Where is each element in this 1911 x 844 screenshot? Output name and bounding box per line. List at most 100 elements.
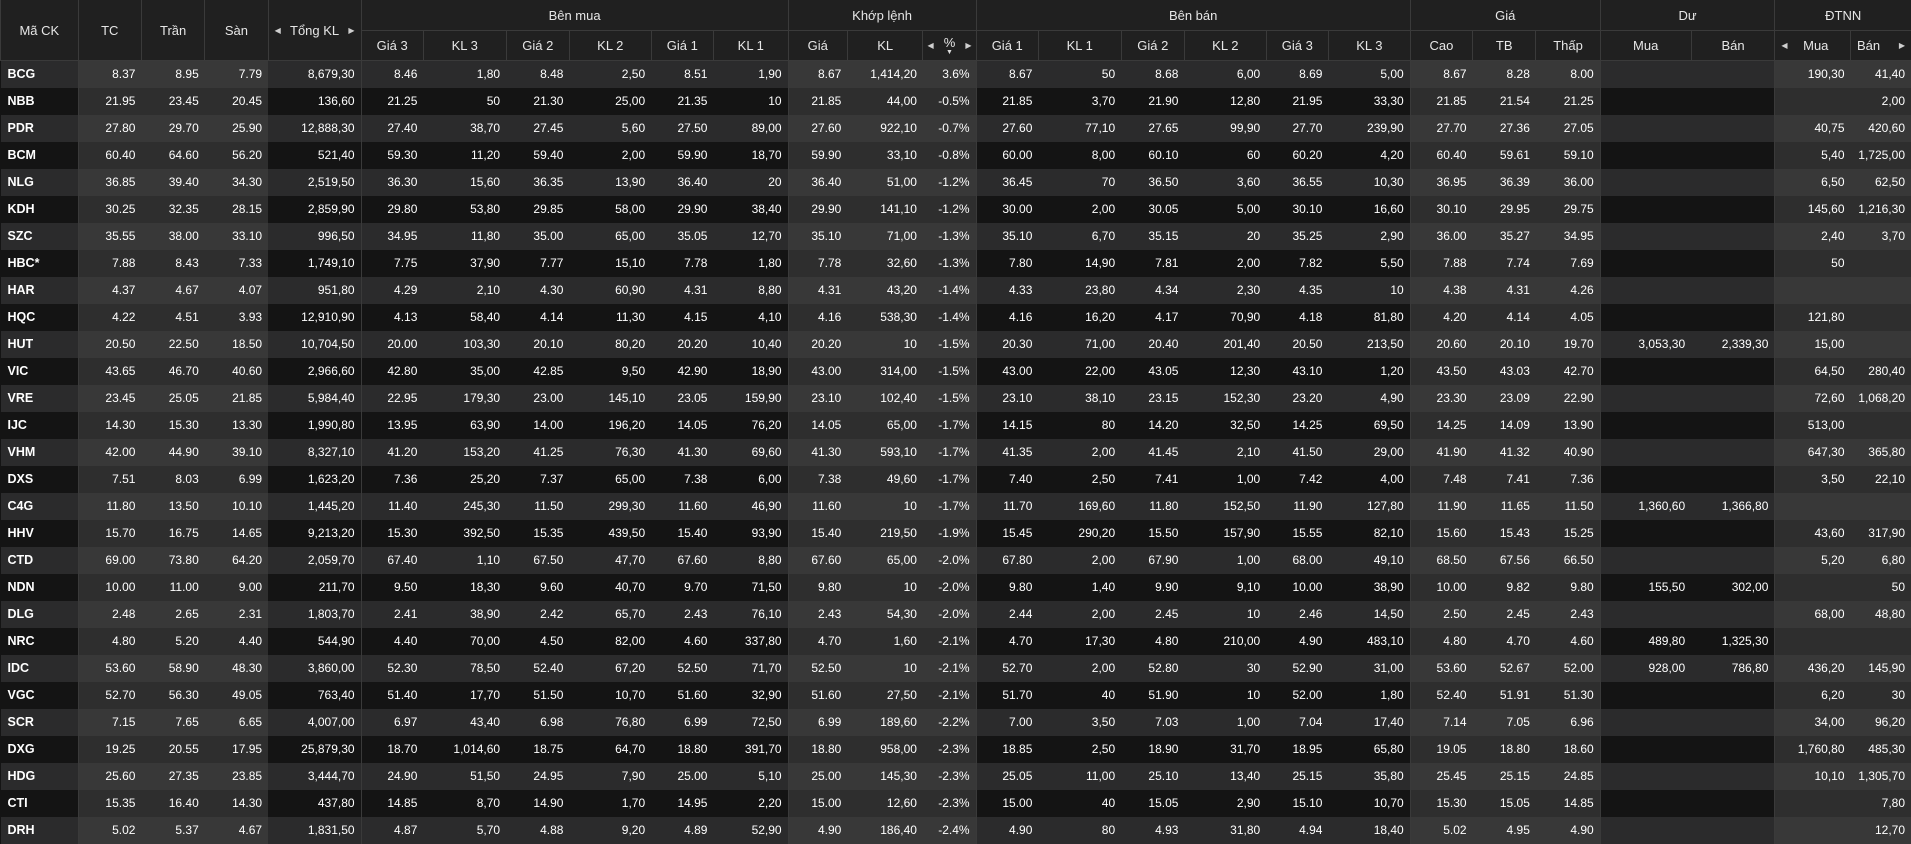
ref-price: 53.60 [78, 655, 141, 682]
header-ask-vol-1[interactable]: KL 1 [1038, 31, 1121, 61]
stock-symbol[interactable]: SCR [1, 709, 79, 736]
table-row[interactable]: NDN10.0011.009.00211,709.5018,309.6040,7… [1, 574, 1911, 601]
table-row[interactable]: SZC35.5538.0033.10996,5034.9511,8035.006… [1, 223, 1911, 250]
header-bid-vol-2[interactable]: KL 2 [569, 31, 651, 61]
stock-symbol[interactable]: NRC [1, 628, 79, 655]
stock-symbol[interactable]: VRE [1, 385, 79, 412]
header-match-volume[interactable]: KL [847, 31, 923, 61]
table-row[interactable]: BCM60.4064.6056.20521,4059.3011,2059.402… [1, 142, 1911, 169]
table-row[interactable]: HUT20.5022.5018.5010,704,5020.00103,3020… [1, 331, 1911, 358]
header-ref[interactable]: TC [78, 0, 141, 61]
ask-price-2: 11.80 [1121, 493, 1184, 520]
header-bid-price-2[interactable]: Giá 2 [506, 31, 569, 61]
stock-rows: BCG8.378.957.798,679,308.461,808.482,508… [1, 61, 1911, 844]
table-row[interactable]: IDC53.6058.9048.303,860,0052.3078,5052.4… [1, 655, 1911, 682]
header-low[interactable]: Thấp [1536, 31, 1600, 61]
stock-symbol[interactable]: NBB [1, 88, 79, 115]
table-row[interactable]: DXG19.2520.5517.9525,879,3018.701,014,60… [1, 736, 1911, 763]
table-row[interactable]: CTD69.0073.8064.202,059,7067.401,1067.50… [1, 547, 1911, 574]
stock-symbol[interactable]: BCM [1, 142, 79, 169]
header-bid-vol-3[interactable]: KL 3 [423, 31, 506, 61]
header-average[interactable]: TB [1473, 31, 1536, 61]
stock-symbol[interactable]: VIC [1, 358, 79, 385]
table-row[interactable]: C4G11.8013.5010.101,445,2011.40245,3011.… [1, 493, 1911, 520]
table-row[interactable]: BCG8.378.957.798,679,308.461,808.482,508… [1, 61, 1911, 88]
table-row[interactable]: SCR7.157.656.654,007,006.9743,406.9876,8… [1, 709, 1911, 736]
stock-symbol[interactable]: HUT [1, 331, 79, 358]
stock-symbol[interactable]: HAR [1, 277, 79, 304]
table-row[interactable]: HQC4.224.513.9312,910,904.1358,404.1411,… [1, 304, 1911, 331]
stock-symbol[interactable]: HQC [1, 304, 79, 331]
header-ceiling[interactable]: Trần [141, 0, 204, 61]
table-row[interactable]: CTI15.3516.4014.30437,8014.858,7014.901,… [1, 790, 1911, 817]
stock-symbol[interactable]: VHM [1, 439, 79, 466]
header-bid-price-1[interactable]: Giá 1 [651, 31, 713, 61]
stock-symbol[interactable]: DXG [1, 736, 79, 763]
stock-symbol[interactable]: DLG [1, 601, 79, 628]
sort-right-icon[interactable]: ▶ [348, 26, 354, 35]
header-floor[interactable]: Sàn [205, 0, 268, 61]
header-symbol[interactable]: Mã CK [1, 0, 79, 61]
ask-vol-3: 38,90 [1328, 574, 1410, 601]
header-ask-price-2[interactable]: Giá 2 [1121, 31, 1184, 61]
table-row[interactable]: NRC4.805.204.40544,904.4070,004.5082,004… [1, 628, 1911, 655]
foreign-buy: 436,20 [1775, 655, 1851, 682]
stock-symbol[interactable]: NDN [1, 574, 79, 601]
header-ask-vol-3[interactable]: KL 3 [1328, 31, 1410, 61]
header-remaining-sell[interactable]: Bán [1691, 31, 1775, 61]
sort-right-icon[interactable]: ▶ [965, 41, 971, 50]
stock-symbol[interactable]: KDH [1, 196, 79, 223]
table-row[interactable]: VIC43.6546.7040.602,966,6042.8035,0042.8… [1, 358, 1911, 385]
stock-symbol[interactable]: CTI [1, 790, 79, 817]
remaining-buy [1600, 61, 1691, 88]
header-bid-price-3[interactable]: Giá 3 [361, 31, 423, 61]
stock-symbol[interactable]: HDG [1, 763, 79, 790]
table-row[interactable]: IJC14.3015.3013.301,990,8013.9563,9014.0… [1, 412, 1911, 439]
stock-symbol[interactable]: IDC [1, 655, 79, 682]
header-remaining-buy[interactable]: Mua [1600, 31, 1691, 61]
stock-symbol[interactable]: IJC [1, 412, 79, 439]
sort-left-icon[interactable]: ◀ [275, 26, 281, 35]
sort-left-icon[interactable]: ◀ [1781, 41, 1787, 50]
ceiling-price: 20.55 [141, 736, 204, 763]
header-high[interactable]: Cao [1410, 31, 1472, 61]
header-match-price[interactable]: Giá [788, 31, 847, 61]
header-ask-vol-2[interactable]: KL 2 [1184, 31, 1266, 61]
table-row[interactable]: DXS7.518.036.991,623,207.3625,207.3765,0… [1, 466, 1911, 493]
table-row[interactable]: PDR27.8029.7025.9012,888,3027.4038,7027.… [1, 115, 1911, 142]
stock-symbol[interactable]: DRH [1, 817, 79, 844]
header-ask-price-1[interactable]: Giá 1 [976, 31, 1038, 61]
stock-symbol[interactable]: SZC [1, 223, 79, 250]
sort-left-icon[interactable]: ◀ [927, 41, 933, 50]
table-row[interactable]: VHM42.0044.9039.108,327,1041.20153,2041.… [1, 439, 1911, 466]
header-price-group: Giá [1410, 0, 1600, 31]
stock-symbol[interactable]: NLG [1, 169, 79, 196]
header-ask-price-3[interactable]: Giá 3 [1266, 31, 1328, 61]
table-row[interactable]: VRE23.4525.0521.855,984,4022.95179,3023.… [1, 385, 1911, 412]
stock-symbol[interactable]: BCG [1, 61, 79, 88]
table-row[interactable]: HDG25.6027.3523.853,444,7024.9051,5024.9… [1, 763, 1911, 790]
table-row[interactable]: DRH5.025.374.671,831,504.875,704.889,204… [1, 817, 1911, 844]
stock-symbol[interactable]: HHV [1, 520, 79, 547]
stock-symbol[interactable]: C4G [1, 493, 79, 520]
table-row[interactable]: DLG2.482.652.311,803,702.4138,902.4265,7… [1, 601, 1911, 628]
header-foreign-buy[interactable]: ◀Mua [1775, 31, 1851, 61]
stock-symbol[interactable]: PDR [1, 115, 79, 142]
sort-right-icon[interactable]: ▶ [1899, 41, 1905, 50]
header-percent-change[interactable]: ◀%▼▶ [923, 31, 976, 61]
table-row[interactable]: NBB21.9523.4520.45136,6021.255021.3025,0… [1, 88, 1911, 115]
stock-symbol[interactable]: DXS [1, 466, 79, 493]
header-foreign-sell[interactable]: Bán▶ [1851, 31, 1911, 61]
foreign-buy [1775, 574, 1851, 601]
table-row[interactable]: VGC52.7056.3049.05763,4051.4017,7051.501… [1, 682, 1911, 709]
header-bid-vol-1[interactable]: KL 1 [713, 31, 788, 61]
table-row[interactable]: NLG36.8539.4034.302,519,5036.3015,6036.3… [1, 169, 1911, 196]
stock-symbol[interactable]: VGC [1, 682, 79, 709]
header-total-volume[interactable]: ◀Tổng KL▶ [268, 0, 361, 61]
stock-symbol[interactable]: CTD [1, 547, 79, 574]
stock-symbol[interactable]: HBC* [1, 250, 79, 277]
table-row[interactable]: HBC*7.888.437.331,749,107.7537,907.7715,… [1, 250, 1911, 277]
table-row[interactable]: HAR4.374.674.07951,804.292,104.3060,904.… [1, 277, 1911, 304]
table-row[interactable]: KDH30.2532.3528.152,859,9029.8053,8029.8… [1, 196, 1911, 223]
table-row[interactable]: HHV15.7016.7514.659,213,2015.30392,5015.… [1, 520, 1911, 547]
